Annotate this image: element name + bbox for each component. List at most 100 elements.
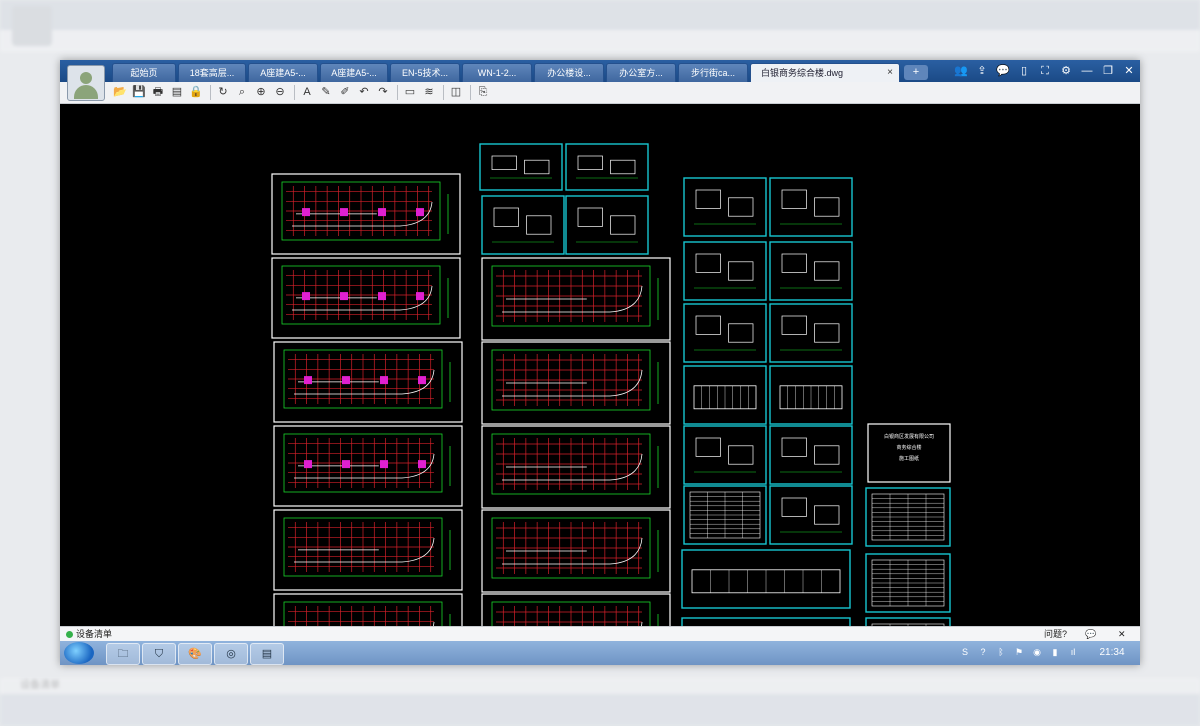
tab-label: 办公楼设... bbox=[547, 68, 591, 78]
tab-7[interactable]: 办公楼设... bbox=[534, 63, 604, 82]
accent-block bbox=[302, 292, 310, 301]
mobile-icon[interactable]: ▯ bbox=[1015, 62, 1033, 80]
detail-block bbox=[577, 207, 603, 227]
tab-8[interactable]: 办公室方... bbox=[606, 63, 676, 82]
detail-block bbox=[695, 315, 721, 335]
feedback-link[interactable]: 问题? bbox=[1044, 627, 1067, 642]
status-dot bbox=[66, 631, 73, 638]
tab-label: WN-1-2... bbox=[477, 68, 517, 78]
paint-icon[interactable]: 🎨 bbox=[178, 643, 212, 665]
tab-2[interactable]: 18套高层... bbox=[178, 63, 246, 82]
undo-icon[interactable]: ↶ bbox=[356, 84, 372, 100]
tab-5[interactable]: EN-5技术... bbox=[390, 63, 460, 82]
open-icon[interactable]: 📂 bbox=[112, 84, 128, 100]
detail-block bbox=[491, 155, 517, 170]
contacts-icon[interactable]: 👥 bbox=[952, 62, 970, 80]
settings-icon[interactable]: ⚙ bbox=[1057, 62, 1075, 80]
toolbar-separator bbox=[397, 85, 398, 100]
detail-block bbox=[728, 261, 754, 281]
detail-block bbox=[610, 215, 636, 235]
detail-block bbox=[728, 323, 754, 343]
detail-block bbox=[493, 207, 519, 227]
tab-1[interactable]: 起始页 bbox=[112, 63, 176, 82]
rotate-icon[interactable]: ↻ bbox=[215, 84, 231, 100]
tab-4[interactable]: A座建A5-... bbox=[320, 63, 388, 82]
cad-drawing[interactable]: 白银商区发展有限公司商务综合楼施工图纸 bbox=[60, 104, 1140, 626]
tab-close-icon[interactable]: × bbox=[887, 64, 893, 82]
export-icon[interactable]: ⎘ bbox=[475, 84, 491, 100]
layers-icon[interactable]: ◫ bbox=[448, 84, 464, 100]
detail-block bbox=[814, 323, 840, 343]
zoom-window-icon[interactable]: ⌕ bbox=[234, 84, 250, 100]
accent-block bbox=[302, 208, 310, 217]
restore-icon[interactable]: ❐ bbox=[1099, 62, 1117, 80]
detail-block bbox=[577, 155, 603, 170]
media-icon[interactable]: ⛉ bbox=[142, 643, 176, 665]
title-block-text: 商务综合楼 bbox=[896, 444, 921, 451]
tab-label: A座建A5-... bbox=[260, 68, 306, 78]
tab-label: A座建A5-... bbox=[331, 68, 377, 78]
zoom-in-icon[interactable]: ⊕ bbox=[253, 84, 269, 100]
markup-icon[interactable]: ✐ bbox=[337, 84, 353, 100]
network-icon[interactable]: ◉ bbox=[1030, 645, 1044, 659]
detail-block bbox=[695, 189, 721, 209]
user-avatar[interactable] bbox=[67, 65, 105, 101]
save-icon[interactable]: 💾 bbox=[131, 84, 147, 100]
flag-icon[interactable]: ⚑ bbox=[1012, 645, 1026, 659]
pencil-icon[interactable]: ✎ bbox=[318, 84, 334, 100]
input-method-icon[interactable]: S bbox=[958, 645, 972, 659]
accent-block bbox=[340, 292, 348, 301]
status-close-icon[interactable]: ✕ bbox=[1118, 627, 1126, 642]
chat-icon[interactable]: 💬 bbox=[994, 62, 1012, 80]
new-tab-button[interactable]: + bbox=[904, 65, 928, 80]
detail-sheet bbox=[681, 617, 851, 626]
ghost-status-bar: 设备清单 bbox=[0, 678, 1200, 694]
help-icon[interactable]: ? bbox=[976, 645, 990, 659]
print-icon[interactable]: 🖶 bbox=[150, 84, 166, 100]
tab-3[interactable]: A座建A5-... bbox=[248, 63, 318, 82]
detail-block bbox=[781, 253, 807, 273]
toolbar-separator bbox=[470, 85, 471, 100]
zoom-out-icon[interactable]: ⊖ bbox=[272, 84, 288, 100]
avatar-head bbox=[80, 72, 92, 84]
tab-label: 起始页 bbox=[130, 68, 158, 78]
minimize-icon[interactable]: — bbox=[1078, 62, 1096, 80]
status-chat-icon[interactable]: 💬 bbox=[1085, 627, 1096, 642]
ghost-toolbar bbox=[0, 30, 1200, 52]
pdf-icon[interactable]: ▤ bbox=[169, 84, 185, 100]
tab-9[interactable]: 步行街ca... bbox=[678, 63, 748, 82]
detail-block bbox=[728, 197, 754, 217]
books-icon[interactable]: ▤ bbox=[250, 643, 284, 665]
clock[interactable]: 21:34 bbox=[1088, 641, 1136, 665]
tab-label: 白银商务综合楼.dwg bbox=[761, 68, 844, 78]
windows-taskbar: 21:34 🗀 ⛉ 🎨 ◎ ▤ S? ᛒ ⚑ ◉ ▮ ıl bbox=[60, 641, 1140, 665]
text-icon[interactable]: A bbox=[299, 84, 315, 100]
bluetooth-icon[interactable]: ᛒ bbox=[994, 645, 1008, 659]
close-icon[interactable]: ✕ bbox=[1120, 62, 1138, 80]
ie-icon[interactable]: ◎ bbox=[214, 643, 248, 665]
tab-6[interactable]: WN-1-2... bbox=[462, 63, 532, 82]
accent-block bbox=[342, 376, 350, 385]
drawing-canvas[interactable]: 白银商区发展有限公司 商务综合楼 施工图纸 bbox=[60, 104, 1140, 626]
signal-icon[interactable]: ıl bbox=[1066, 645, 1080, 659]
accent-block bbox=[418, 460, 426, 469]
ghost-status-label: 设备清单 bbox=[20, 680, 60, 691]
accent-block bbox=[304, 376, 312, 385]
tab-bar: + 起始页 18套高层... A座建A5-... A座建A5-... EN-5技术...… bbox=[60, 60, 1140, 82]
toolbar-separator bbox=[294, 85, 295, 100]
detail-block bbox=[814, 505, 840, 525]
detail-block bbox=[814, 261, 840, 281]
start-button[interactable] bbox=[64, 642, 94, 664]
redo-icon[interactable]: ↷ bbox=[375, 84, 391, 100]
explorer-icon[interactable]: 🗀 bbox=[106, 643, 140, 665]
measure-icon[interactable]: ▭ bbox=[402, 84, 418, 100]
toolbar-separator bbox=[443, 85, 444, 100]
fullscreen-icon[interactable]: ⛶ bbox=[1036, 62, 1054, 80]
lock-icon[interactable]: 🔒 bbox=[188, 84, 204, 100]
accent-block bbox=[378, 208, 386, 217]
measure-area-icon[interactable]: ≋ bbox=[421, 84, 437, 100]
tab-10[interactable]: 白银商务综合楼.dwg × bbox=[750, 63, 900, 82]
share-icon[interactable]: ⇪ bbox=[973, 62, 991, 80]
battery-icon[interactable]: ▮ bbox=[1048, 645, 1062, 659]
status-left-label[interactable]: 设备清单 bbox=[76, 627, 112, 642]
